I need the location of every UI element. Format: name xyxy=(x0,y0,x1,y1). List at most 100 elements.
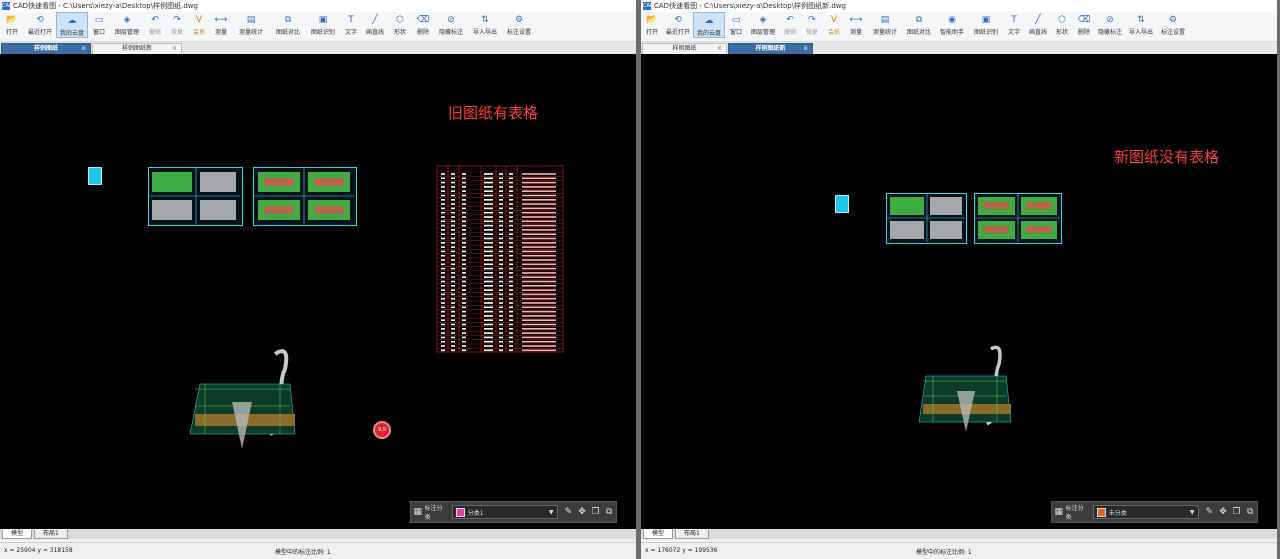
category-select[interactable]: 分类1 ▼ xyxy=(451,505,558,519)
toolbar-button-compare[interactable]: ⧉ 图纸对比 xyxy=(903,12,935,38)
toolbar-button-vip[interactable]: V 会员 xyxy=(188,12,210,38)
text-icon: T xyxy=(1011,15,1017,25)
toolbar-button-redo[interactable]: ↷ 恢复 xyxy=(801,12,823,38)
toolbar-button-annotation-settings[interactable]: ⚙ 标注设置 xyxy=(1157,12,1189,38)
move-icon[interactable]: ✥ xyxy=(577,507,587,517)
toolbar-button-window[interactable]: ▭ 窗口 xyxy=(725,12,747,38)
tab-old-drawing[interactable]: 样例图纸 × xyxy=(1,43,91,54)
toolbar-button-window[interactable]: ▭ 窗口 xyxy=(88,12,110,38)
close-tab-icon[interactable]: × xyxy=(717,44,722,54)
toolbar-button-hide[interactable]: ⊘ 隐藏标注 xyxy=(1095,12,1125,38)
toolbar-button-line[interactable]: ╱ 画直线 xyxy=(362,12,388,38)
toolbar-button-hide[interactable]: ⊘ 隐藏标注 xyxy=(434,12,468,38)
toolbar-button-import-export[interactable]: ⇅ 导入导出 xyxy=(1125,12,1157,38)
toolbar-button-vip[interactable]: V 会员 xyxy=(823,12,845,38)
toolbar-button-layers[interactable]: ◈ 图层管理 xyxy=(110,12,144,38)
tab-new-drawing[interactable]: 样例图纸新 × xyxy=(728,43,813,54)
tab-old-drawing[interactable]: 样例图纸 × xyxy=(642,43,727,54)
right-cad-window: CAD CAD快速看图 - C:\Users\xiezy-a\Desktop\样… xyxy=(641,0,1277,559)
toolbar-label: 画直线 xyxy=(365,29,384,36)
toolbar-label: 会员 xyxy=(192,29,205,36)
toolbar-button-assistant[interactable]: ◉ 智能助手 xyxy=(935,12,969,38)
toolbar-button-history[interactable]: ⟲ 最近打开 xyxy=(24,12,56,38)
tab-new-drawing[interactable]: 样例图纸新 × xyxy=(92,43,182,54)
toolbar-label: 打开 xyxy=(645,29,658,36)
move-icon[interactable]: ✥ xyxy=(1218,507,1228,517)
category-label: 标注分类 xyxy=(424,505,443,521)
grid-icon[interactable]: ▦ xyxy=(1054,507,1064,517)
toolbar-button-annotation-settings[interactable]: ⚙ 标注设置 xyxy=(502,12,536,38)
toolbar-button-recognize[interactable]: ▣ 图纸识别 xyxy=(969,12,1003,38)
close-tab-icon[interactable]: × xyxy=(81,44,86,54)
hide-icon: ⊘ xyxy=(1106,15,1114,25)
toolbar-button-undo[interactable]: ↶ 撤销 xyxy=(144,12,166,38)
toolbar-label: 画直线 xyxy=(1028,29,1047,36)
drawing-canvas[interactable]: 旧图纸有表格 9,9 ▦ 标注分类 分类1 ▼ ✎ ✥ ❐ ⧉ xyxy=(0,54,636,529)
drawing-canvas[interactable]: 新图纸没有表格 ▦ 标注分类 未分类 ▼ ✎ ✥ ❐ ⧉ xyxy=(641,54,1277,529)
category-color-swatch xyxy=(1096,507,1106,517)
eraser-icon: ⌫ xyxy=(1077,15,1091,25)
toolbar-button-redo[interactable]: ↷ 恢复 xyxy=(166,12,188,38)
toolbar-button-undo[interactable]: ↶ 撤销 xyxy=(779,12,801,38)
toolbar-button-text[interactable]: T 文字 xyxy=(1003,12,1025,38)
toolbar-button-shape[interactable]: ⬡ 形状 xyxy=(388,12,412,38)
floating-action-button[interactable]: 9,9 xyxy=(373,421,391,439)
annotation-category-bar: ▦ 标注分类 未分类 ▼ ✎ ✥ ❐ ⧉ xyxy=(1051,501,1258,523)
toolbar-label: 形状 xyxy=(393,29,406,36)
document-tabs: 样例图纸 × 样例图纸新 × xyxy=(0,42,636,54)
eraser-icon: ⌫ xyxy=(416,15,430,25)
toolbar-button-shape[interactable]: ⬡ 形状 xyxy=(1051,12,1073,38)
toolbar-button-layers[interactable]: ◈ 图层管理 xyxy=(747,12,779,38)
category-label: 标注分类 xyxy=(1065,505,1084,521)
line-icon: ╱ xyxy=(372,15,378,25)
title-bar: CAD CAD快速看图 - C:\Users\xiezy-a\Desktop\样… xyxy=(0,0,636,12)
toolbar-label: 恢复 xyxy=(805,29,818,36)
toolbar-button-measure[interactable]: ⟷ 测量 xyxy=(210,12,232,38)
toolbar-button-line[interactable]: ╱ 画直线 xyxy=(1025,12,1051,38)
layers-icon: ◈ xyxy=(759,15,767,25)
toolbar-button-folder-open[interactable]: 📂 打开 xyxy=(641,12,663,38)
copy-icon[interactable]: ❐ xyxy=(1232,507,1242,517)
toolbar-button-cloud[interactable]: ☁ 我的云盘 xyxy=(56,12,88,38)
shape-icon: ⬡ xyxy=(1058,15,1066,25)
toolbar-button-text[interactable]: T 文字 xyxy=(340,12,362,38)
chevron-down-icon[interactable]: ▼ xyxy=(1190,509,1195,516)
toolbar-button-import-export[interactable]: ⇅ 导入导出 xyxy=(468,12,502,38)
toolbar-button-eraser[interactable]: ⌫ 删除 xyxy=(1073,12,1095,38)
toolbar-label: 撤销 xyxy=(148,29,161,36)
toolbar-button-folder-open[interactable]: 📂 打开 xyxy=(0,12,24,38)
close-tab-icon[interactable]: × xyxy=(172,44,177,54)
layout-tabs: 模型 布局1 xyxy=(0,529,636,539)
close-tab-icon[interactable]: × xyxy=(803,44,808,54)
app-logo-icon: CAD xyxy=(2,2,13,10)
toolbar-button-measure-stats[interactable]: ▤ 测量统计 xyxy=(867,12,903,38)
paste-icon[interactable]: ⧉ xyxy=(604,507,614,517)
toolbar-button-cloud[interactable]: ☁ 我的云盘 xyxy=(693,12,725,38)
category-select[interactable]: 未分类 ▼ xyxy=(1092,505,1199,519)
tab-model[interactable]: 模型 xyxy=(2,529,33,539)
grid-icon[interactable]: ▦ xyxy=(413,507,423,517)
toolbar-label: 文字 xyxy=(1007,29,1020,36)
toolbar-label: 我的云盘 xyxy=(59,30,84,37)
edit-icon[interactable]: ✎ xyxy=(564,507,574,517)
toolbar-label: 图纸识别 xyxy=(973,29,998,36)
toolbar-label: 打开 xyxy=(5,29,18,36)
assistant-icon: ◉ xyxy=(948,15,956,25)
toolbar-label: 测量 xyxy=(849,29,862,36)
toolbar-button-history[interactable]: ⟲ 最近打开 xyxy=(663,12,693,38)
toolbar-button-measure[interactable]: ⟷ 测量 xyxy=(845,12,867,38)
chevron-down-icon[interactable]: ▼ xyxy=(549,509,554,516)
toolbar-button-measure-stats[interactable]: ▤ 测量统计 xyxy=(232,12,270,38)
toolbar-button-compare[interactable]: ⧉ 图纸对比 xyxy=(270,12,306,38)
paste-icon[interactable]: ⧉ xyxy=(1245,507,1255,517)
toolbar-button-eraser[interactable]: ⌫ 删除 xyxy=(412,12,434,38)
tab-layout1[interactable]: 布局1 xyxy=(34,529,68,539)
toolbar-label: 图纸对比 xyxy=(906,29,931,36)
toolbar-label: 图纸对比 xyxy=(275,29,300,36)
copy-icon[interactable]: ❐ xyxy=(591,507,601,517)
edit-icon[interactable]: ✎ xyxy=(1205,507,1215,517)
tab-layout1[interactable]: 布局1 xyxy=(675,529,709,539)
recognize-icon: ▣ xyxy=(318,15,328,25)
tab-model[interactable]: 模型 xyxy=(643,529,674,539)
toolbar-button-recognize[interactable]: ▣ 图纸识别 xyxy=(306,12,340,38)
